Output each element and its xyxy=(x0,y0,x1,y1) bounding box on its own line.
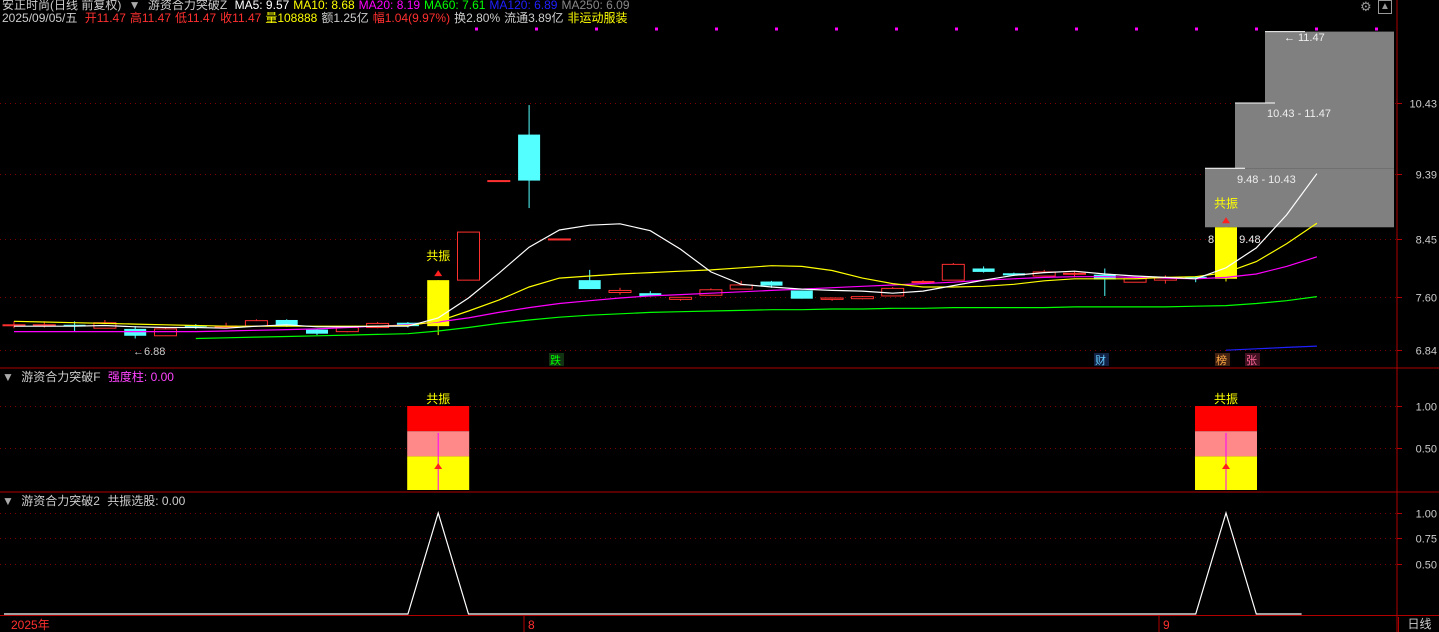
ma20-line xyxy=(14,256,1318,333)
ma5-line xyxy=(14,173,1318,329)
time-axis-label: 9 xyxy=(1163,618,1170,632)
candle-body xyxy=(487,180,511,183)
event-label: 财 xyxy=(1095,353,1106,367)
stock-chart-window: 安正时尚(日线 前复权) ▼ 游资合力突破Z MA5: 9.57 MA10: 8.… xyxy=(0,0,1439,632)
candle-body xyxy=(154,328,177,337)
resonance-label: 共振 xyxy=(1214,196,1238,210)
candle-body xyxy=(547,238,571,241)
ma120-line xyxy=(1225,345,1317,351)
candle-body xyxy=(578,280,601,290)
candle-body xyxy=(911,281,935,284)
signal-bar-red xyxy=(407,406,470,432)
candle-body xyxy=(457,231,480,281)
chip-arrow-icon: ← xyxy=(1284,32,1295,44)
panel3-axis-label: 1.00 xyxy=(1416,509,1437,521)
candle-body xyxy=(608,289,632,294)
low-price-marker: ←6.88 xyxy=(133,346,165,358)
candle-body xyxy=(850,296,874,300)
event-label: 榜 xyxy=(1216,353,1227,367)
price-axis-label: 6.84 xyxy=(1416,346,1437,358)
panel3-axis-label: 0.50 xyxy=(1416,560,1437,572)
resonance-label: 共振 xyxy=(426,249,450,263)
candle-body xyxy=(790,290,813,299)
candle-body xyxy=(1063,272,1086,275)
candle-body xyxy=(972,268,995,272)
resonance-arrow-icon xyxy=(434,270,443,277)
signal-bar-label: 共振 xyxy=(426,392,450,406)
event-label: 张 xyxy=(1246,354,1257,367)
panel2-axis-label: 1.00 xyxy=(1416,402,1437,414)
panel2-axis-label: 0.50 xyxy=(1416,444,1437,456)
signal-bar-label: 共振 xyxy=(1214,392,1238,406)
price-axis-label: 8.45 xyxy=(1416,235,1437,247)
candle-body xyxy=(820,297,844,300)
price-axis-label: 10.43 xyxy=(1409,99,1437,111)
chip-label: 11.47 xyxy=(1298,32,1325,44)
price-axis-label: 9.39 xyxy=(1416,170,1437,182)
event-label: 跌 xyxy=(550,353,561,367)
time-axis-label: 2025年 xyxy=(11,618,50,632)
signal-bar-red xyxy=(1195,406,1257,432)
candle-body xyxy=(124,328,147,336)
ma60-line xyxy=(195,296,1317,340)
candle-body xyxy=(669,296,693,300)
panel3-axis-label: 0.75 xyxy=(1416,534,1437,546)
candle-body xyxy=(306,329,328,334)
candle-body xyxy=(760,281,783,286)
candle-body xyxy=(518,134,541,181)
chip-label: 9.48 - 10.43 xyxy=(1237,174,1296,186)
time-axis-label: 8 xyxy=(528,618,535,632)
chip-label: 10.43 - 11.47 xyxy=(1267,108,1331,120)
selection-signal-line xyxy=(4,510,1302,615)
chart-canvas[interactable]: 10.43 9.39 8.45 7.60 6.84 11.47 10.43 - 11.47 9… xyxy=(0,0,1439,632)
candle-body xyxy=(941,263,965,281)
price-axis-label: 7.60 xyxy=(1416,293,1437,305)
